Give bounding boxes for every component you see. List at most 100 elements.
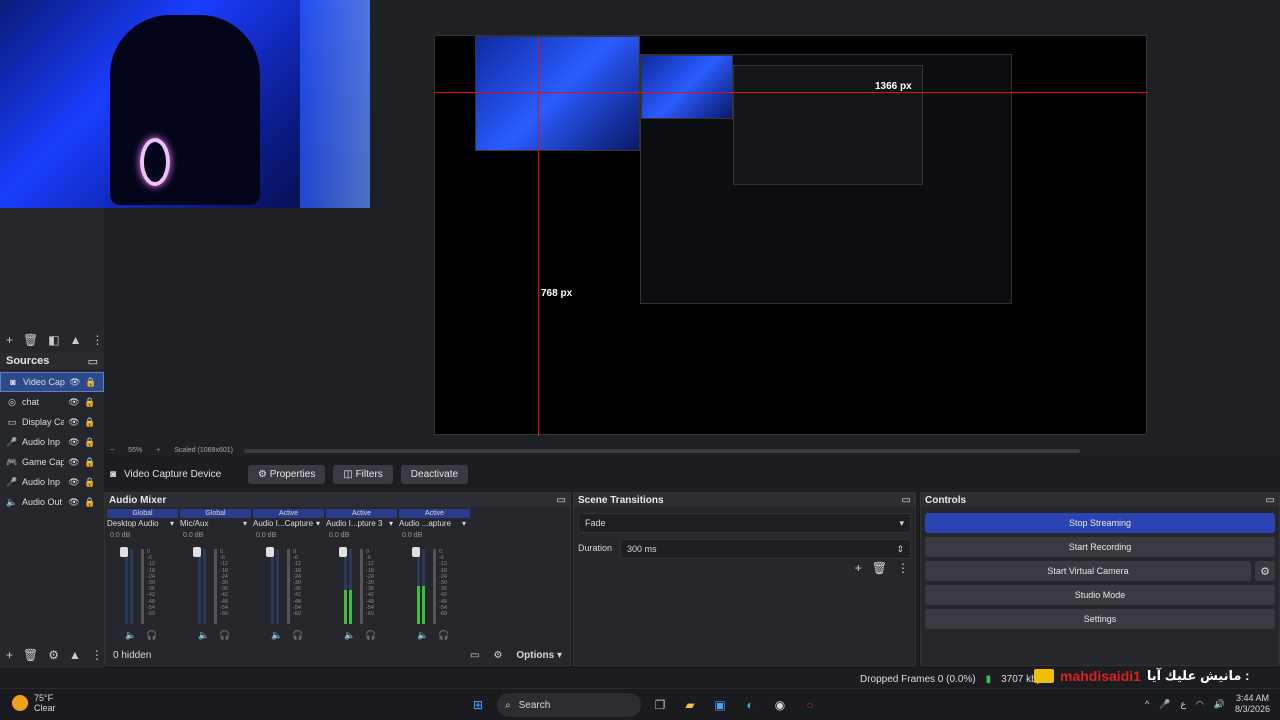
headphone-icon[interactable]: 🎧: [365, 630, 376, 641]
obs-icon[interactable]: ◉: [769, 694, 791, 716]
speaker-icon[interactable]: 🔈: [271, 630, 282, 641]
volume-meter: [360, 549, 363, 624]
filter-icon[interactable]: ◧: [48, 333, 59, 347]
mixer-channel: Global Desktop Audio ▾ 0.0 dB 0 -6 -12 -18 -2…: [107, 509, 178, 641]
speaker-icon[interactable]: 🔈: [198, 630, 209, 641]
wifi-icon[interactable]: ◠: [1196, 699, 1204, 710]
file-explorer-icon[interactable]: ▰: [679, 694, 701, 716]
eye-icon[interactable]: 👁: [68, 457, 80, 468]
options-button[interactable]: Options ▾: [516, 650, 562, 661]
lock-icon[interactable]: 🔒: [84, 477, 96, 488]
eye-icon[interactable]: 👁: [68, 437, 80, 448]
transition-select[interactable]: Fade ▾: [578, 513, 911, 533]
channel-name[interactable]: Mic/Aux ▾: [180, 518, 251, 530]
meter-scale: 0 -6 -12 -18 -24 -30 -36 -42 -48 -54 -60: [147, 549, 155, 617]
headphone-icon[interactable]: 🎧: [438, 630, 449, 641]
eye-icon[interactable]: 👁: [68, 397, 80, 408]
lock-icon[interactable]: 🔒: [85, 377, 97, 388]
lock-icon[interactable]: 🔒: [84, 497, 96, 508]
source-item[interactable]: 🎤 Audio Inp 👁 🔒: [0, 472, 104, 492]
layout-icon[interactable]: ▭: [470, 650, 479, 661]
trash-icon[interactable]: 🗑: [23, 648, 38, 662]
up-icon[interactable]: ▲: [70, 333, 82, 347]
mic-tray-icon[interactable]: 🎤: [1159, 699, 1170, 710]
opera-icon[interactable]: ○: [799, 694, 821, 716]
more-icon[interactable]: ⋮: [91, 648, 103, 662]
headphone-icon[interactable]: 🎧: [219, 630, 230, 641]
dock-undock-icon[interactable]: ▭: [557, 495, 566, 506]
source-item[interactable]: ◎ chat 👁 🔒: [0, 392, 104, 412]
channel-name[interactable]: Desktop Audio ▾: [107, 518, 178, 530]
source-item[interactable]: 🔈 Audio Out 👁 🔒: [0, 492, 104, 512]
stop-streaming-button[interactable]: Stop Streaming: [925, 513, 1275, 533]
duration-field[interactable]: 300 ms ⇕: [620, 539, 911, 559]
channel-name[interactable]: Audio ...apture ▾: [399, 518, 470, 530]
weather-widget[interactable]: 75°F Clear: [12, 693, 56, 713]
meter-fill: [417, 586, 420, 624]
more-icon[interactable]: ⋮: [897, 561, 909, 575]
add-icon[interactable]: +: [855, 561, 862, 575]
store-icon[interactable]: ▣: [709, 694, 731, 716]
volume-slider[interactable]: [193, 547, 201, 557]
channel-name[interactable]: Audio I...pture 3 ▾: [326, 518, 397, 530]
windows-start-icon[interactable]: ⊞: [467, 694, 489, 716]
properties-button[interactable]: ⚙ Properties: [248, 464, 326, 484]
source-item[interactable]: ◙ Video Cap 👁 🔒: [0, 372, 104, 392]
source-item[interactable]: ▭ Display Ca 👁 🔒: [0, 412, 104, 432]
dock-undock-icon[interactable]: ▭: [88, 355, 98, 368]
lock-icon[interactable]: 🔒: [84, 417, 96, 428]
task-view-icon[interactable]: ❐: [649, 694, 671, 716]
headphone-icon[interactable]: 🎧: [146, 630, 157, 641]
headphone-icon[interactable]: 🎧: [292, 630, 303, 641]
lock-icon[interactable]: 🔒: [84, 457, 96, 468]
horizontal-scrollbar[interactable]: [244, 449, 1080, 453]
eye-icon[interactable]: 👁: [68, 497, 80, 508]
zoom-out-icon[interactable]: −: [110, 447, 114, 454]
mixer-settings-icon[interactable]: ⚙: [493, 650, 502, 661]
stepper-icon[interactable]: ⇕: [896, 544, 904, 555]
channel-name[interactable]: Audio I...Capture ▾: [253, 518, 324, 530]
start-virtual-camera-button[interactable]: Start Virtual Camera: [925, 561, 1251, 581]
eye-icon[interactable]: 👁: [69, 377, 81, 388]
source-item[interactable]: 🎤 Audio Inp 👁 🔒: [0, 432, 104, 452]
source-item[interactable]: 🎮 Game Cap 👁 🔒: [0, 452, 104, 472]
start-recording-button[interactable]: Start Recording: [925, 537, 1275, 557]
taskbar-search[interactable]: ⌕ Search: [497, 693, 641, 717]
speaker-icon[interactable]: 🔈: [417, 630, 428, 641]
virtual-camera-settings-button[interactable]: ⚙: [1255, 561, 1275, 581]
speaker-icon[interactable]: 🔈: [125, 630, 136, 641]
eye-icon[interactable]: 👁: [68, 417, 80, 428]
clock[interactable]: 3:44 AM 8/3/2026: [1235, 693, 1270, 715]
dock-undock-icon[interactable]: ▭: [1266, 495, 1275, 506]
filters-label: Filters: [355, 468, 383, 480]
edge-icon[interactable]: ◐: [739, 694, 761, 716]
add-icon[interactable]: +: [6, 333, 13, 347]
language-icon[interactable]: ع: [1181, 699, 1186, 710]
trash-icon[interactable]: 🗑: [872, 561, 887, 575]
volume-slider[interactable]: [120, 547, 128, 557]
preview-canvas[interactable]: 1366 px 768 px: [434, 35, 1148, 436]
settings-button[interactable]: Settings: [925, 609, 1275, 629]
context-toolbar: ◙ Video Capture Device ⚙ Properties ◫ Fi…: [104, 462, 1280, 486]
chat-overlay: mahdisaidi1 مانيش عليك آيا :: [1034, 664, 1249, 688]
eye-icon[interactable]: 👁: [68, 477, 80, 488]
deactivate-button[interactable]: Deactivate: [400, 464, 469, 484]
speaker-icon[interactable]: 🔈: [344, 630, 355, 641]
more-icon[interactable]: ⋮: [91, 333, 103, 347]
volume-slider[interactable]: [412, 547, 420, 557]
channel-tag: Global: [180, 509, 251, 518]
dock-undock-icon[interactable]: ▭: [902, 495, 911, 506]
lock-icon[interactable]: 🔒: [84, 397, 96, 408]
volume-slider[interactable]: [266, 547, 274, 557]
studio-mode-button[interactable]: Studio Mode: [925, 585, 1275, 605]
filters-button[interactable]: ◫ Filters: [333, 464, 393, 484]
gear-icon[interactable]: ⚙: [48, 648, 59, 662]
volume-slider[interactable]: [339, 547, 347, 557]
add-icon[interactable]: +: [6, 648, 13, 662]
volume-icon[interactable]: 🔊: [1214, 699, 1225, 710]
zoom-in-icon[interactable]: +: [156, 447, 160, 454]
lock-icon[interactable]: 🔒: [84, 437, 96, 448]
chevron-up-icon[interactable]: ^: [1145, 699, 1149, 709]
up-icon[interactable]: ▲: [69, 648, 81, 662]
trash-icon[interactable]: 🗑: [23, 333, 38, 347]
